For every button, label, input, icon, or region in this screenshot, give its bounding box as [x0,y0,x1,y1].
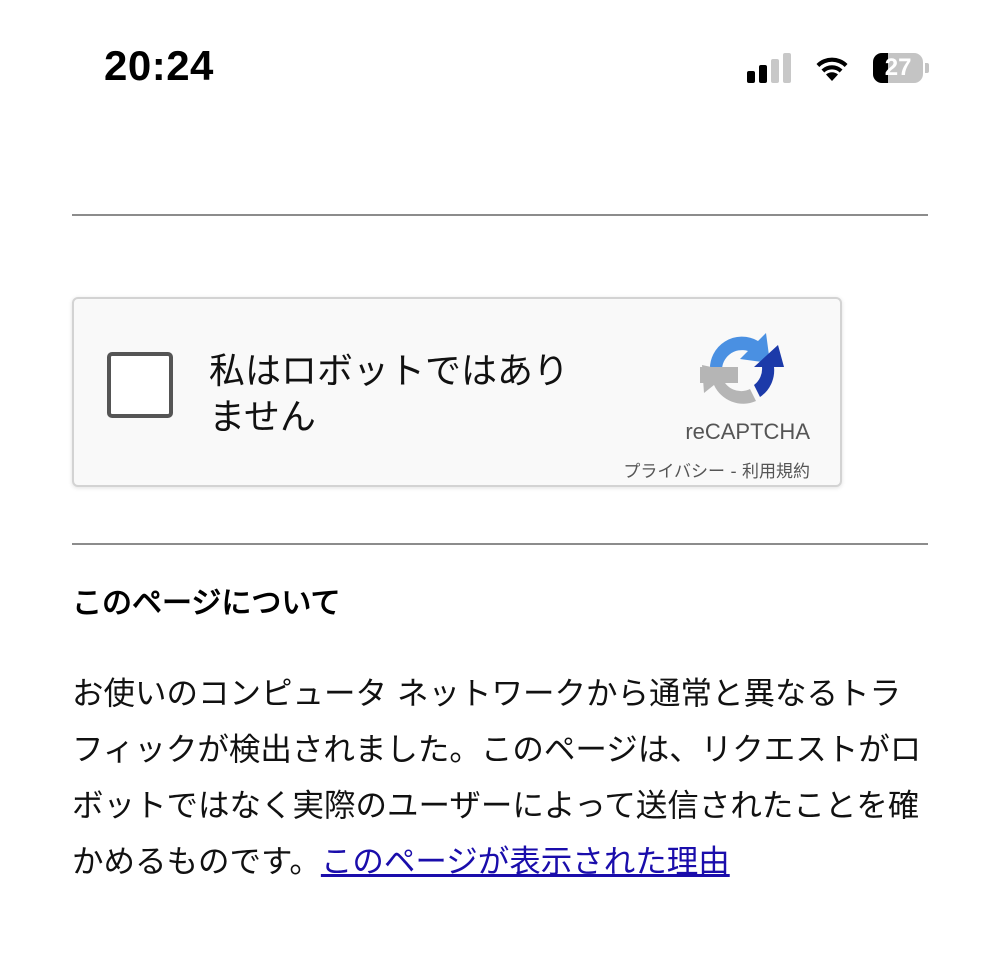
status-icons: 27 [747,50,929,86]
recaptcha-widget: 私はロボットではありません reCAPTCHA プライバシー - 利用規約 [72,297,842,487]
recaptcha-checkbox-label[interactable]: 私はロボットではありません [209,349,579,441]
battery-icon: 27 [873,53,929,83]
captcha-page: 20:24 27 私はロボットではありません reCAPTCHA プライバシー … [0,0,999,974]
why-this-page-link[interactable]: このページが表示された理由 [321,844,730,880]
battery-level: 27 [884,54,912,81]
recaptcha-logo-icon [700,333,784,404]
status-time: 20:24 [104,42,214,89]
terms-link[interactable]: 利用規約 [742,462,810,482]
recaptcha-checkbox[interactable] [107,352,173,418]
divider-top [72,214,928,216]
wifi-icon [816,57,848,81]
cellular-signal-icon [747,53,791,83]
about-heading: このページについて [72,586,341,621]
link-separator: - [725,462,742,482]
recaptcha-brand: reCAPTCHA [685,419,810,444]
privacy-link[interactable]: プライバシー [623,462,725,482]
about-body: お使いのコンピュータ ネットワークから通常と異なるトラフィックが検出されました。… [72,666,928,890]
recaptcha-links: プライバシー - 利用規約 [623,457,810,482]
divider-bottom [72,543,928,545]
